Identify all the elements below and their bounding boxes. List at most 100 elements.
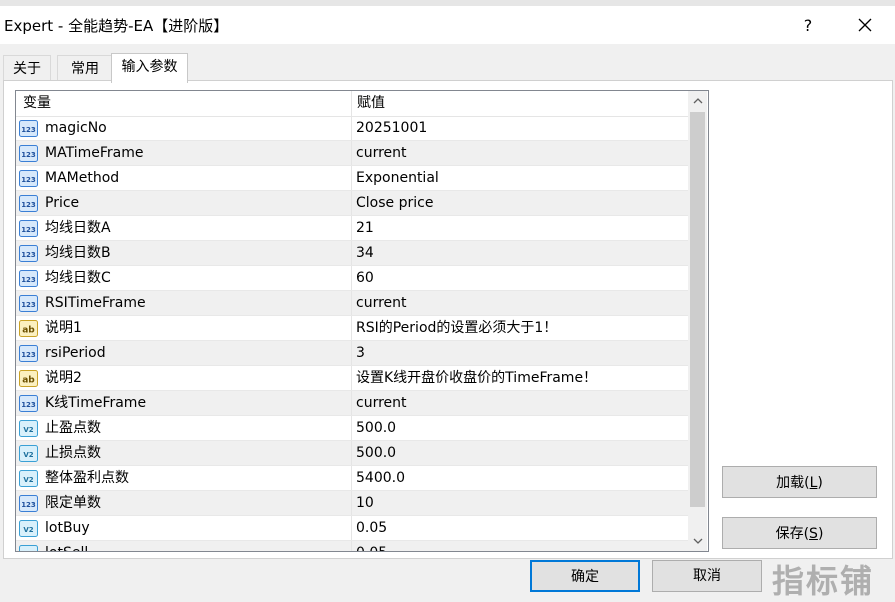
variable-value[interactable]: 21 (356, 216, 374, 241)
int-type-icon: 123 (19, 120, 38, 137)
variable-value[interactable]: 5400.0 (356, 466, 405, 491)
svg-text:ab: ab (22, 376, 35, 386)
svg-text:123: 123 (21, 126, 36, 134)
table-row[interactable]: 123 K线TimeFrame current (16, 391, 688, 416)
variable-name: lotSell (45, 541, 88, 551)
variable-name: RSITimeFrame (45, 295, 146, 311)
column-header-value[interactable]: 赋值 (357, 91, 385, 116)
table-row[interactable]: V2 lotBuy 0.05 (16, 516, 688, 541)
table-row[interactable]: 123 均线日数C 60 (16, 266, 688, 291)
ok-label: 确定 (571, 569, 599, 585)
string-type-icon: ab (19, 370, 38, 387)
variable-value[interactable]: 0.05 (356, 516, 387, 541)
table-row[interactable]: V2 整体盈利点数 5400.0 (16, 466, 688, 491)
variable-name: 整体盈利点数 (45, 470, 129, 486)
variable-value[interactable]: 设置K线开盘价收盘价的TimeFrame！ (356, 366, 597, 391)
scroll-thumb[interactable] (690, 112, 705, 507)
variable-name: K线TimeFrame (45, 395, 147, 411)
table-row[interactable]: 123 限定单数 10 (16, 491, 688, 516)
svg-text:123: 123 (21, 201, 36, 209)
variable-value[interactable]: 10 (356, 491, 374, 516)
cell-divider (351, 316, 352, 340)
help-button[interactable]: ? (785, 6, 831, 44)
int-type-icon: 123 (19, 170, 38, 187)
vertical-scrollbar[interactable] (688, 91, 707, 551)
svg-text:123: 123 (21, 276, 36, 284)
variable-value[interactable]: 34 (356, 241, 374, 266)
parameters-grid: 变量 赋值 123 magicNo 20251001 123 MATimeFrame cu… (15, 90, 709, 552)
variable-value[interactable]: RSI的Period的设置必须大于1！ (356, 316, 557, 341)
variable-name: Price (45, 195, 80, 211)
chevron-down-icon (693, 538, 702, 544)
table-row[interactable]: 123 MATimeFrame current (16, 141, 688, 166)
variable-value[interactable]: current (356, 141, 407, 166)
save-button[interactable]: 保存(S) (722, 517, 877, 549)
column-divider[interactable] (351, 91, 352, 116)
help-label: ? (803, 15, 813, 35)
variable-value[interactable]: 500.0 (356, 416, 396, 441)
cell-divider (351, 241, 352, 265)
cell-divider (351, 266, 352, 290)
variable-value[interactable]: 20251001 (356, 116, 427, 141)
variable-value[interactable]: current (356, 391, 407, 416)
variable-value[interactable]: 60 (356, 266, 374, 291)
load-label-suffix: ) (817, 475, 823, 491)
chevron-up-icon (693, 98, 702, 104)
cell-divider (351, 191, 352, 215)
svg-text:123: 123 (21, 176, 36, 184)
double-type-icon: V2 (19, 545, 38, 551)
tab-common-label: 常用 (71, 61, 99, 77)
double-type-icon: V2 (19, 520, 38, 537)
table-row[interactable]: 123 magicNo 20251001 (16, 116, 688, 141)
grid-header: 变量 赋值 (16, 91, 688, 117)
int-type-icon: 123 (19, 245, 38, 262)
tab-common[interactable]: 常用 (57, 55, 113, 82)
variable-value[interactable]: Close price (356, 191, 433, 216)
cell-divider (351, 391, 352, 415)
variable-value[interactable]: 500.0 (356, 441, 396, 466)
table-row[interactable]: ab 说明2 设置K线开盘价收盘价的TimeFrame！ (16, 366, 688, 391)
table-row[interactable]: 123 MAMethod Exponential (16, 166, 688, 191)
watermark: 指标铺 (772, 562, 875, 600)
table-row[interactable]: V2 止损点数 500.0 (16, 441, 688, 466)
table-row[interactable]: 123 均线日数A 21 (16, 216, 688, 241)
variable-name: MAMethod (45, 170, 120, 186)
cancel-button[interactable]: 取消 (652, 560, 762, 592)
save-label-suffix: ) (817, 526, 824, 542)
variable-name: 说明1 (45, 320, 82, 336)
svg-text:V2: V2 (23, 476, 33, 484)
variable-name: 均线日数A (45, 220, 111, 236)
close-button[interactable] (842, 6, 888, 44)
scroll-up-button[interactable] (688, 91, 707, 111)
table-row[interactable]: 123 均线日数B 34 (16, 241, 688, 266)
cell-divider (351, 516, 352, 540)
svg-text:123: 123 (21, 301, 36, 309)
tab-inputs[interactable]: 输入参数 (111, 53, 188, 83)
column-header-variable[interactable]: 变量 (23, 91, 51, 116)
window-title: Expert - 全能趋势-EA【进阶版】 (4, 17, 229, 35)
table-row[interactable]: 123 RSITimeFrame current (16, 291, 688, 316)
table-row[interactable]: ab 说明1 RSI的Period的设置必须大于1！ (16, 316, 688, 341)
table-row[interactable]: 123 rsiPeriod 3 (16, 341, 688, 366)
table-row[interactable]: V2 lotSell 0.05 (16, 541, 688, 551)
save-accelerator: S (809, 526, 818, 542)
table-row[interactable]: V2 止盈点数 500.0 (16, 416, 688, 441)
variable-name: rsiPeriod (45, 345, 106, 361)
scroll-down-button[interactable] (688, 531, 707, 551)
cell-divider (351, 291, 352, 315)
variable-value[interactable]: current (356, 291, 407, 316)
variable-value[interactable]: Exponential (356, 166, 439, 191)
table-row[interactable]: 123 Price Close price (16, 191, 688, 216)
variable-value[interactable]: 3 (356, 341, 365, 366)
ok-button[interactable]: 确定 (530, 560, 640, 592)
variable-name: 限定单数 (45, 495, 101, 511)
int-type-icon: 123 (19, 195, 38, 212)
int-type-icon: 123 (19, 295, 38, 312)
variable-value[interactable]: 0.05 (356, 541, 387, 551)
double-type-icon: V2 (19, 420, 38, 437)
load-label: 加载( (776, 475, 810, 491)
close-icon (858, 18, 872, 32)
int-type-icon: 123 (19, 345, 38, 362)
load-button[interactable]: 加载(L) (722, 466, 877, 498)
tab-about[interactable]: 关于 (3, 55, 51, 82)
